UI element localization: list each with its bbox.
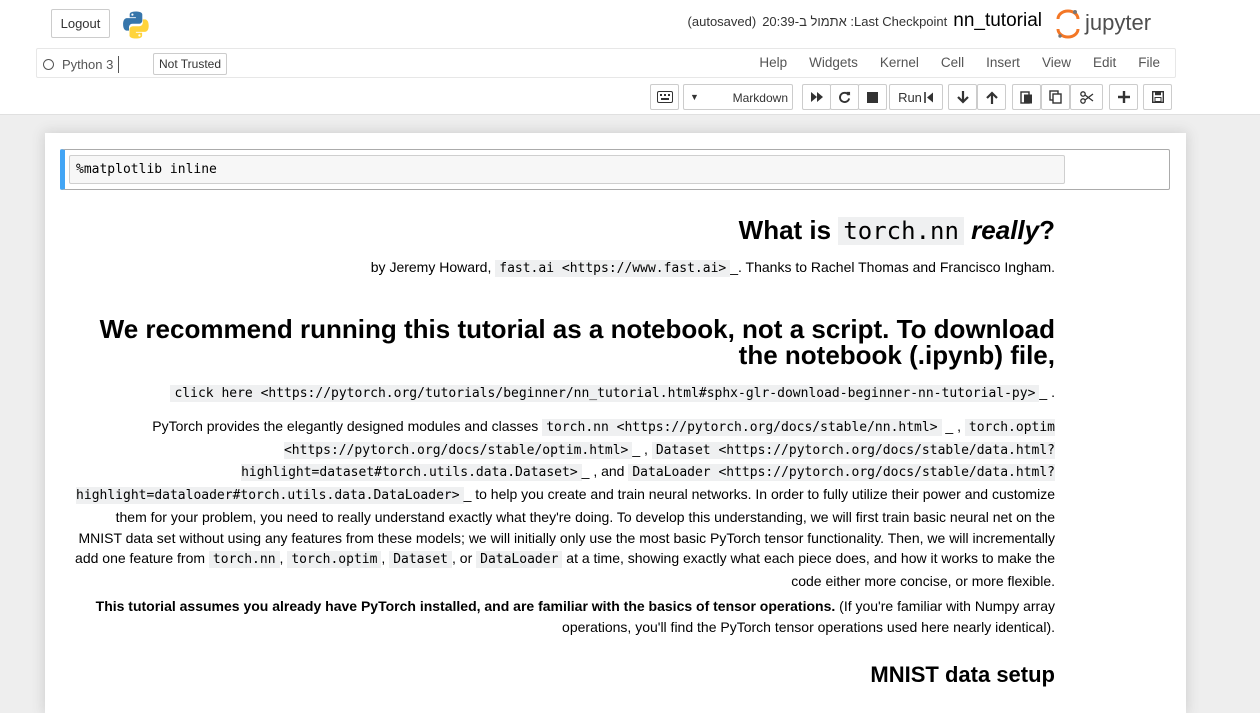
h1-text-before: What is [738, 215, 839, 245]
cut-icon [1079, 90, 1093, 104]
toolbar: ▼ Markdown Run [0, 84, 1260, 112]
h1-code: torch.nn [838, 217, 964, 245]
para1-text: _ , [941, 418, 965, 434]
paste-cell-button[interactable] [1012, 84, 1041, 110]
download-link-tail: _ . [1039, 384, 1055, 400]
byline-text-1: by Jeremy Howard, [370, 259, 496, 275]
restart-icon [839, 91, 851, 103]
menu-view[interactable]: View [1031, 49, 1082, 77]
menu-help[interactable]: Help [748, 49, 798, 77]
markdown-paragraph-prereq: This tutorial assumes you already have P… [75, 596, 1055, 637]
autosave-status: (autosaved) [687, 14, 757, 29]
jupyter-brand: jupyter [1084, 10, 1151, 35]
para1-code: DataLoader [476, 551, 563, 569]
para1-code: torch.optim [287, 551, 382, 569]
python-logo-icon [123, 11, 149, 39]
para1-text: , or [452, 550, 477, 567]
markdown-byline: by Jeremy Howard, fast.ai <https://www.f… [75, 257, 1055, 279]
cut-cell-button[interactable] [1070, 84, 1103, 110]
kernel-idle-icon [43, 59, 54, 70]
paste-icon [1020, 91, 1032, 104]
menu-insert[interactable]: Insert [975, 49, 1031, 77]
move-up-icon [985, 90, 998, 104]
menu-file[interactable]: File [1127, 49, 1171, 77]
markdown-h3: MNIST data setup [870, 662, 1055, 687]
run-icon [924, 91, 933, 103]
code-input[interactable]: %matplotlib inline [69, 155, 1065, 184]
run-label: Run [898, 89, 922, 105]
notebook-header: Logout (autosaved) Last Checkpoint: אתמו… [0, 0, 1260, 115]
para1-code: Dataset [389, 551, 452, 569]
menu-cell[interactable]: Cell [930, 49, 975, 77]
cell-type-value: Markdown [732, 91, 788, 105]
run-all-button[interactable] [802, 84, 831, 110]
para1-text: at a time, showing exactly what each pie… [562, 550, 1055, 589]
code-cell[interactable]: %matplotlib inline [60, 149, 1170, 190]
save-button[interactable] [1143, 84, 1172, 110]
menu-kernel[interactable]: Kernel [869, 49, 930, 77]
save-icon [1151, 91, 1164, 103]
move-down-icon [956, 90, 969, 104]
notebook-name[interactable]: nn_tutorial [953, 10, 1042, 32]
interrupt-button[interactable] [858, 84, 887, 110]
para1-code: torch.nn [208, 551, 280, 569]
download-link-code: click here <https://pytorch.org/tutorial… [170, 385, 1040, 402]
notebook-container: %matplotlib inline What is torch.nn real… [45, 133, 1186, 713]
markdown-paragraph-intro: PyTorch provides the elegantly designed … [75, 416, 1055, 592]
h1-emphasis: really [971, 215, 1040, 245]
para1-text: _ , [632, 440, 652, 457]
menu-edit[interactable]: Edit [1082, 49, 1127, 77]
para1-text: PyTorch provides the elegantly designed … [152, 418, 543, 434]
byline-code: fast.ai <https://www.fast.ai> [495, 260, 731, 277]
kernel-divider [118, 56, 120, 73]
para2-bold: This tutorial assumes you already have P… [95, 598, 836, 614]
insert-cell-button[interactable] [1109, 84, 1138, 110]
markdown-h2: We recommend running this tutorial as a … [99, 314, 1055, 370]
chevron-down-icon: ▼ [690, 92, 699, 102]
kernel-name: Python 3 [62, 57, 114, 72]
byline-text-2: _. Thanks to Rachel Thomas and Francisco… [730, 259, 1055, 275]
markdown-download-link: click here <https://pytorch.org/tutorial… [75, 382, 1055, 404]
fast-forward-icon [810, 92, 823, 102]
keyboard-icon [656, 91, 673, 103]
para1-code: torch.nn <https://pytorch.org/docs/stabl… [542, 419, 942, 436]
markdown-h1: What is torch.nn really? [75, 214, 1055, 247]
restart-kernel-button[interactable] [830, 84, 859, 110]
trust-badge[interactable]: Not Trusted [153, 53, 228, 75]
logout-button[interactable]: Logout [51, 9, 110, 38]
cell-type-select[interactable]: ▼ Markdown [683, 84, 793, 110]
move-cell-up-button[interactable] [977, 84, 1006, 110]
kernel-indicator: Python 3 [43, 56, 120, 73]
jupyter-logo-icon[interactable]: jupyter [1055, 8, 1165, 40]
menu-items: File Edit View Insert Cell Kernel Widget… [748, 49, 1171, 77]
h1-text-after: ? [1039, 215, 1055, 245]
menubar: Python 3 Not Trusted File Edit View Inse… [36, 48, 1176, 78]
move-cell-down-button[interactable] [948, 84, 977, 110]
keyboard-shortcuts-button[interactable] [650, 84, 679, 110]
para1-text: _ , and [581, 463, 629, 480]
menu-widgets[interactable]: Widgets [798, 49, 869, 77]
last-checkpoint: Last Checkpoint: אתמול ב-20:39 [762, 14, 948, 29]
run-button[interactable]: Run [889, 84, 943, 110]
add-icon [1117, 91, 1130, 103]
copy-icon [1049, 90, 1062, 104]
copy-cell-button[interactable] [1041, 84, 1070, 110]
notebook-title-row: (autosaved) Last Checkpoint: אתמול ב-20:… [688, 10, 1042, 38]
stop-icon [867, 91, 878, 103]
